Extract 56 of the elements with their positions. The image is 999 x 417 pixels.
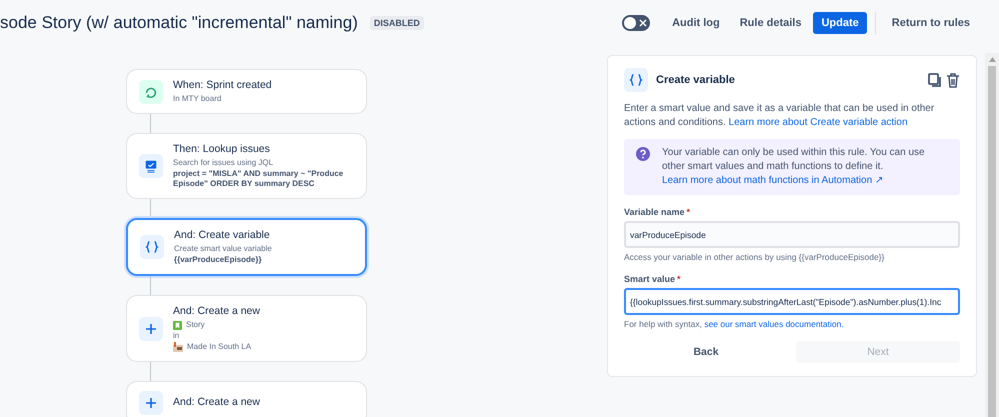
header-button[interactable]: Audit log [664, 12, 728, 34]
connector-line [150, 114, 151, 133]
rule-step-card[interactable]: And: Create variable Create smart value variable {{varProduceEpisode}} [126, 218, 367, 276]
help-icon [636, 147, 650, 161]
math-functions-link[interactable]: Learn more about math functions in Automation ↗ [662, 175, 883, 186]
field-help: Access your variable in other actions by using {{varProduceEpisode}} [624, 252, 886, 262]
copy-icon[interactable] [928, 72, 942, 88]
step-detail: Search for issues using JQL [173, 158, 274, 168]
connector-line [150, 362, 151, 381]
rule-toggle[interactable] [622, 14, 650, 30]
documentation-link[interactable]: see our smart values documentation. [704, 319, 844, 329]
text-field[interactable]: {{lookupIssues.first.summary.substringAfterLast("Episode").asNumber.plus(1).Inc [624, 288, 960, 315]
panel-title: Create variable [656, 74, 735, 86]
learn-more-link[interactable]: Learn more about Create variable action [728, 117, 908, 128]
monitor-icon [139, 154, 163, 178]
step-detail: Create smart value variable [174, 244, 272, 254]
back-button[interactable]: Back [624, 341, 788, 363]
rule-title: sode Story (w/ automatic "incremental" naming) [0, 12, 358, 32]
update-button[interactable]: Update [813, 12, 867, 34]
plus-icon [139, 316, 163, 340]
rule-step-card[interactable]: And: Create a new [126, 381, 367, 417]
plus-icon [139, 391, 163, 415]
close-icon [639, 18, 648, 26]
step-title: When: Sprint created [173, 79, 272, 91]
header-button[interactable]: Return to rules [884, 12, 978, 34]
panel-description: Enter a smart value and save it as a variable that can be used in other actions and conditions. Learn more about Create variable action [624, 102, 936, 130]
step-title: And: Create a new [173, 305, 260, 317]
step-detail: In MTY board [173, 94, 222, 104]
step-title: Then: Lookup issues [173, 143, 271, 155]
braces-icon [624, 68, 648, 92]
header-button[interactable]: Rule details [732, 12, 810, 34]
info-text: Your variable can only be used within this rule. You can use other smart values and math functions to define it. Learn more about math functions in Automation ↗ [662, 146, 926, 188]
issue-type: Story [186, 320, 205, 330]
bookmark-icon [173, 320, 182, 330]
text-field[interactable]: varProduceEpisode [624, 221, 960, 248]
required-mark: * [677, 274, 681, 284]
field-help: For help with syntax, see our smart values documentation. [624, 319, 845, 329]
step-detail: in [173, 331, 180, 341]
delete-icon[interactable] [946, 72, 960, 88]
step-detail: project = "MISLA" AND summary ~ "Produce Episode" ORDER BY summary DESC [173, 169, 344, 189]
project-name: Made In South LA [187, 342, 252, 352]
scrollbar[interactable] [985, 53, 999, 417]
field-label: Smart value [624, 274, 676, 284]
rule-step-card[interactable]: Then: Lookup issues Search for issues using JQL project = "MISLA" AND summary ~ "Produce Episode" ORDER BY summary DESC [126, 133, 367, 199]
step-detail: {{varProduceEpisode}} [174, 255, 263, 265]
refresh-icon [139, 80, 163, 104]
field-label: Variable name [624, 207, 685, 217]
step-title: And: Create variable [174, 229, 271, 241]
status-badge: DISABLED [370, 16, 424, 30]
connector-line [150, 276, 151, 295]
step-title: And: Create a new [173, 396, 260, 408]
braces-icon [140, 235, 164, 259]
project-avatar-icon [173, 342, 183, 352]
rule-step-card[interactable]: When: Sprint created In MTY board [126, 69, 367, 114]
required-mark: * [686, 207, 690, 217]
rule-step-card[interactable]: And: Create a new Story in Made In South LA [126, 295, 367, 362]
